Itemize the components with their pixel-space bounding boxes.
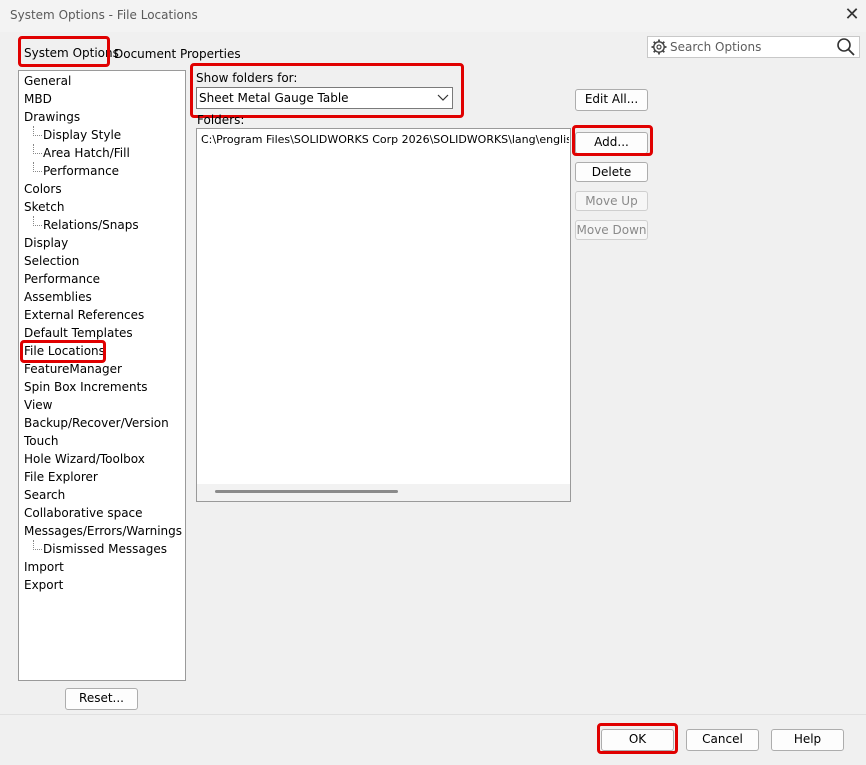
tree-connector: [33, 540, 42, 550]
move-up-button[interactable]: Move Up: [575, 191, 648, 211]
highlight-box-show-folders: [190, 63, 464, 118]
tree-item-external-references[interactable]: External References: [24, 308, 144, 322]
scrollbar-thumb[interactable]: [215, 490, 398, 493]
folders-label: Folders:: [197, 113, 245, 127]
tree-item-view[interactable]: View: [24, 398, 52, 412]
tree-item-default-templates[interactable]: Default Templates: [24, 326, 133, 340]
tree-item-dismissed-messages[interactable]: Dismissed Messages: [43, 542, 167, 556]
tree-item-search[interactable]: Search: [24, 488, 65, 502]
tree-item-hole-wizard-toolbox[interactable]: Hole Wizard/Toolbox: [24, 452, 145, 466]
tree-item-relations-snaps[interactable]: Relations/Snaps: [43, 218, 139, 232]
tree-connector: [33, 216, 42, 226]
help-button[interactable]: Help: [771, 729, 844, 751]
tree-item-backup-recover-version[interactable]: Backup/Recover/Version: [24, 416, 169, 430]
tree-item-messages-errors-warnings[interactable]: Messages/Errors/Warnings: [24, 524, 182, 538]
tree-item-export[interactable]: Export: [24, 578, 63, 592]
search-placeholder: Search Options: [670, 40, 762, 54]
tree-item-performance[interactable]: Performance: [24, 272, 100, 286]
tree-item-import[interactable]: Import: [24, 560, 64, 574]
tree-item-spin-box-increments[interactable]: Spin Box Increments: [24, 380, 148, 394]
tree-connector: [33, 162, 42, 172]
move-down-button[interactable]: Move Down: [575, 220, 648, 240]
window-title: System Options - File Locations: [10, 8, 198, 22]
tree-item-mbd[interactable]: MBD: [24, 92, 52, 106]
tree-item-performance[interactable]: Performance: [43, 164, 119, 178]
tree-item-display[interactable]: Display: [24, 236, 68, 250]
folder-path-item[interactable]: C:\Program Files\SOLIDWORKS Corp 2026\SO…: [201, 133, 569, 146]
cancel-button[interactable]: Cancel: [686, 729, 759, 751]
tree-item-display-style[interactable]: Display Style: [43, 128, 121, 142]
tree-item-assemblies[interactable]: Assemblies: [24, 290, 92, 304]
tree-connector: [33, 144, 42, 154]
close-icon[interactable]: ✕: [842, 5, 862, 25]
gear-icon: [650, 38, 668, 56]
highlight-box-file-locations: [20, 340, 106, 363]
tab-document-properties[interactable]: Document Properties: [114, 47, 241, 61]
folders-list[interactable]: [196, 128, 571, 502]
tree-item-file-explorer[interactable]: File Explorer: [24, 470, 98, 484]
highlight-box-ok: [597, 723, 678, 754]
tree-item-featuremanager[interactable]: FeatureManager: [24, 362, 122, 376]
tree-item-drawings[interactable]: Drawings: [24, 110, 80, 124]
tree-item-general[interactable]: General: [24, 74, 71, 88]
highlight-box-system-options: [18, 36, 110, 67]
tree-item-area-hatch-fill[interactable]: Area Hatch/Fill: [43, 146, 130, 160]
highlight-box-add: [572, 125, 653, 156]
tree-item-sketch[interactable]: Sketch: [24, 200, 64, 214]
edit-all-button[interactable]: Edit All...: [575, 89, 648, 111]
reset-button[interactable]: Reset...: [65, 688, 138, 710]
tree-item-collaborative-space[interactable]: Collaborative space: [24, 506, 143, 520]
tree-connector: [33, 126, 42, 136]
tree-item-colors[interactable]: Colors: [24, 182, 62, 196]
tree-item-touch[interactable]: Touch: [24, 434, 58, 448]
search-icon[interactable]: [836, 37, 856, 57]
tree-item-selection[interactable]: Selection: [24, 254, 79, 268]
delete-button[interactable]: Delete: [575, 162, 648, 182]
